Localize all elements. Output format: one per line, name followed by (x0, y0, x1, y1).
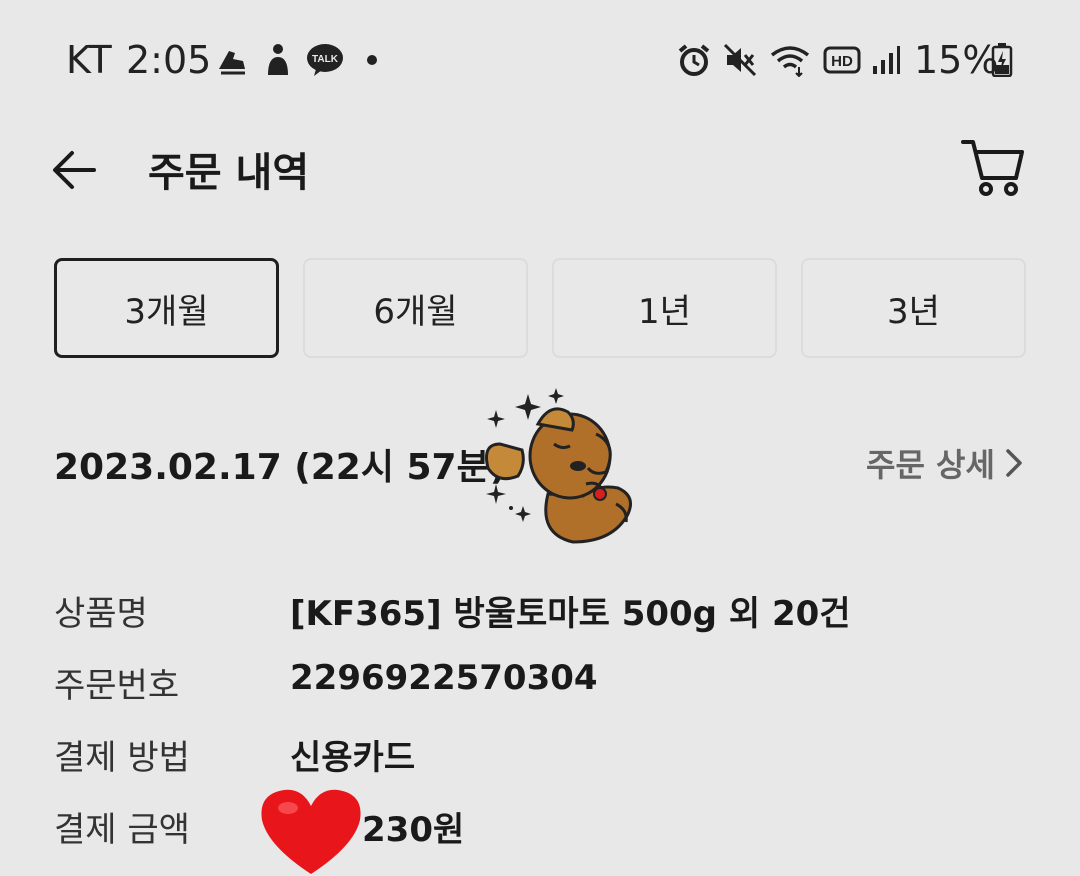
field-value: [KF365] 방울토마토 500g 외 20건 (290, 594, 851, 634)
heart-sticker-icon (261, 789, 361, 874)
order-detail-link[interactable]: 주문 상세 (866, 440, 1023, 486)
filter-3-months[interactable]: 3개월 (54, 258, 279, 358)
signal-icon (870, 42, 902, 78)
alarm-icon (676, 42, 712, 78)
battery-charging-icon (990, 42, 1014, 78)
field-label: 결제 방법 (54, 738, 190, 778)
notification-dot-icon (364, 42, 380, 78)
filter-6-months[interactable]: 6개월 (303, 258, 528, 358)
order-detail-label: 주문 상세 (866, 446, 995, 484)
field-label: 결제 금액 (54, 810, 190, 850)
kakaotalk-icon: TALK (306, 42, 344, 78)
dog-sticker-image (485, 388, 632, 544)
carrier-label: KT (66, 38, 113, 82)
kakaotalk-badge: TALK (312, 54, 339, 65)
clock: 2:05 (126, 38, 212, 82)
arrow-left-icon (53, 151, 96, 189)
payment-amount-value: 230원 (362, 810, 465, 850)
page-title: 주문 내역 (148, 150, 310, 196)
running-shoe-icon (214, 42, 250, 78)
hd-icon: HD (822, 42, 862, 78)
mute-icon (722, 42, 758, 78)
filter-3-years[interactable]: 3년 (801, 258, 1026, 358)
filter-1-year[interactable]: 1년 (552, 258, 777, 358)
hd-badge: HD (831, 53, 853, 70)
cart-icon (961, 140, 1024, 196)
cart-button[interactable] (960, 138, 1026, 198)
chevron-right-icon (1006, 449, 1022, 477)
order-date: 2023.02.17 (22시 57분) (54, 447, 507, 488)
status-bar: KT 2:05 TALK HD 15% (0, 0, 1080, 118)
field-label: 상품명 (54, 594, 148, 634)
field-label: 주문번호 (54, 666, 180, 706)
battery-percent: 15% (914, 38, 999, 82)
person-icon (262, 42, 294, 78)
field-value: 2296922570304 (290, 658, 598, 698)
back-button[interactable] (50, 145, 100, 195)
field-value: 신용카드 (290, 738, 416, 778)
wifi-icon (768, 42, 812, 78)
